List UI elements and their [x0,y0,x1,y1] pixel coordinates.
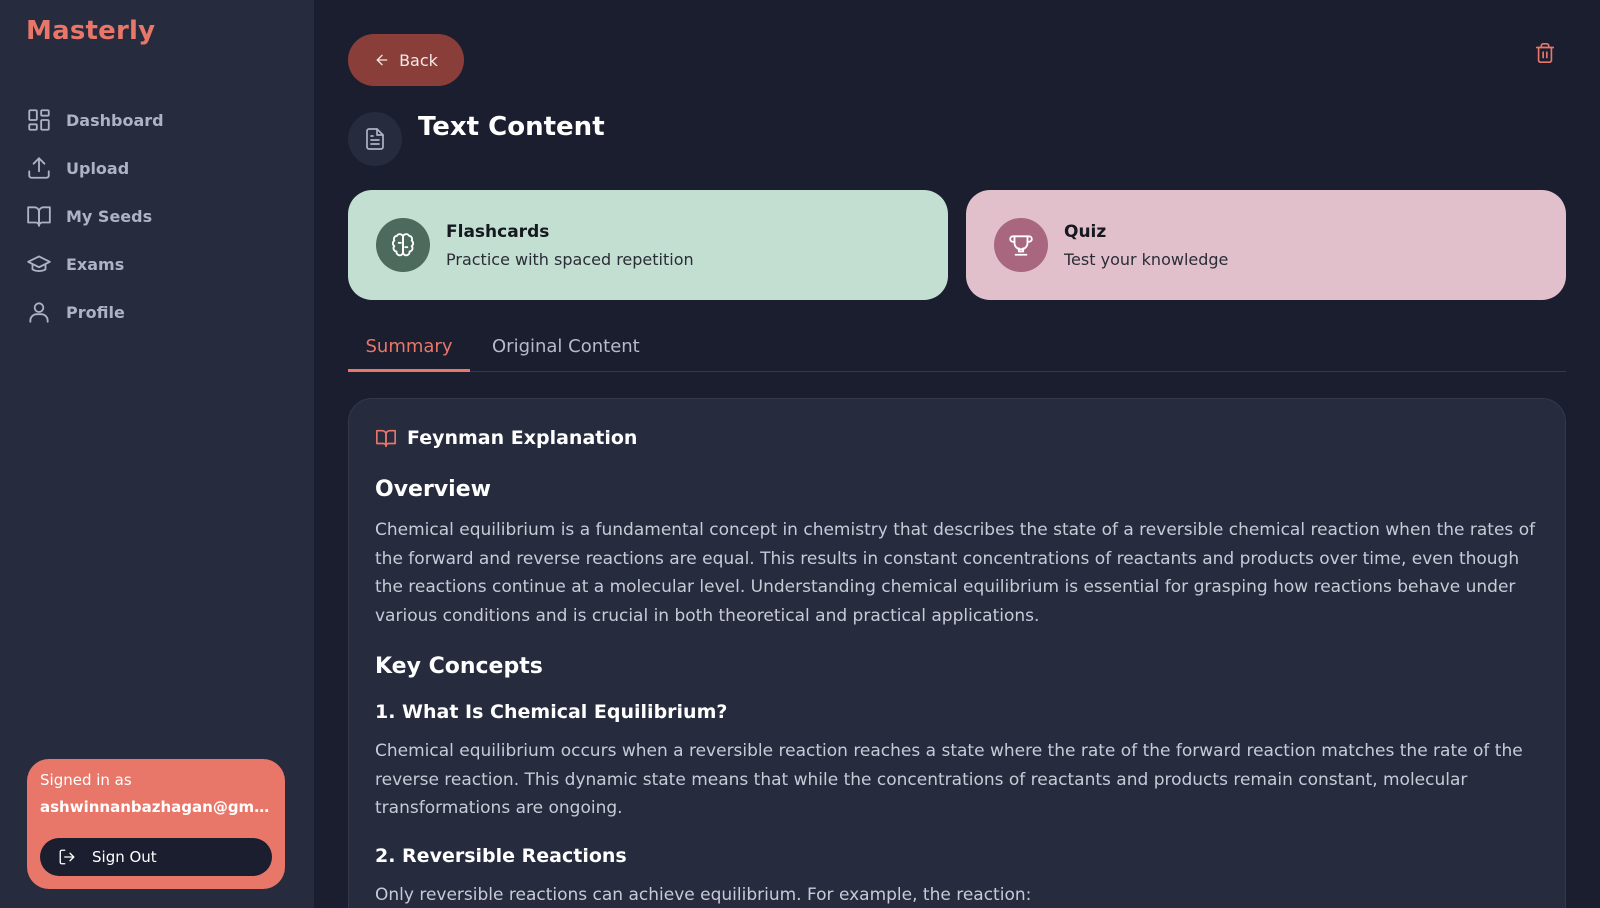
account-panel: Signed in as ashwinnanbazhagan@gmai... S… [27,759,285,889]
sidebar-item-dashboard[interactable]: Dashboard [26,96,288,144]
key-concepts-heading: Key Concepts [375,654,543,679]
grid-icon [26,107,52,133]
tab-summary[interactable]: Summary [348,336,470,372]
document-avatar [348,112,402,166]
signed-in-label: Signed in as [40,771,132,789]
log-out-icon [59,849,75,865]
concept-1-text: Chemical equilibrium occurs when a rever… [375,741,1523,818]
graduation-cap-icon [26,251,52,277]
book-open-icon [376,429,396,448]
quiz-card[interactable]: Quiz Test your knowledge [966,190,1566,300]
sidebar-item-label: Dashboard [66,110,164,130]
delete-button[interactable] [1534,42,1558,66]
flashcards-card[interactable]: Flashcards Practice with spaced repetiti… [348,190,948,300]
sidebar-item-label: Profile [66,302,125,322]
main-content: Back Text Content Flashcards Practice wi… [314,0,1600,908]
sidebar-item-exams[interactable]: Exams [26,240,288,288]
flashcards-subtitle: Practice with spaced repetition [446,249,694,269]
concept-2-text: Only reversible reactions can achieve eq… [375,884,1032,905]
upload-icon [26,155,52,181]
trophy-icon [1009,235,1033,256]
sign-out-button[interactable]: Sign Out [40,838,272,876]
back-button[interactable]: Back [348,34,464,86]
page-title: Text Content [418,112,605,142]
content-tabs: Summary Original Content [348,326,1566,372]
overview-heading: Overview [375,477,491,502]
arrow-left-icon [376,54,388,66]
brand-logo[interactable]: Masterly [26,16,155,46]
overview-text: Chemical equilibrium is a fundamental co… [375,520,1536,626]
summary-panel: Feynman Explanation Overview Chemical eq… [348,398,1566,908]
sidebar-nav: Dashboard Upload My Seeds Exams Profile [26,96,288,336]
sidebar-item-my-seeds[interactable]: My Seeds [26,192,288,240]
brain-icon [392,233,414,257]
quiz-subtitle: Test your knowledge [1064,249,1229,269]
sidebar-item-label: Exams [66,254,125,274]
flashcards-icon-circle [376,218,430,272]
quiz-icon-circle [994,218,1048,272]
sidebar: Masterly Dashboard Upload My Seeds Exams [0,0,314,908]
back-label: Back [399,50,438,70]
user-icon [26,299,52,325]
sidebar-item-label: My Seeds [66,206,153,226]
sidebar-item-label: Upload [66,158,130,178]
quiz-title: Quiz [1064,221,1107,242]
concept-1-heading: 1. What Is Chemical Equilibrium? [375,701,728,723]
trash-icon [1535,43,1555,63]
sidebar-item-profile[interactable]: Profile [26,288,288,336]
section-title: Feynman Explanation [407,427,638,449]
book-icon [26,203,52,229]
tab-original-content[interactable]: Original Content [492,336,640,357]
sidebar-item-upload[interactable]: Upload [26,144,288,192]
flashcards-title: Flashcards [446,221,550,242]
concept-2-heading: 2. Reversible Reactions [375,844,627,867]
sign-out-label: Sign Out [92,848,157,866]
account-email: ashwinnanbazhagan@gmai... [40,798,272,816]
section-header: Feynman Explanation [375,427,1539,449]
file-text-icon [366,128,384,150]
